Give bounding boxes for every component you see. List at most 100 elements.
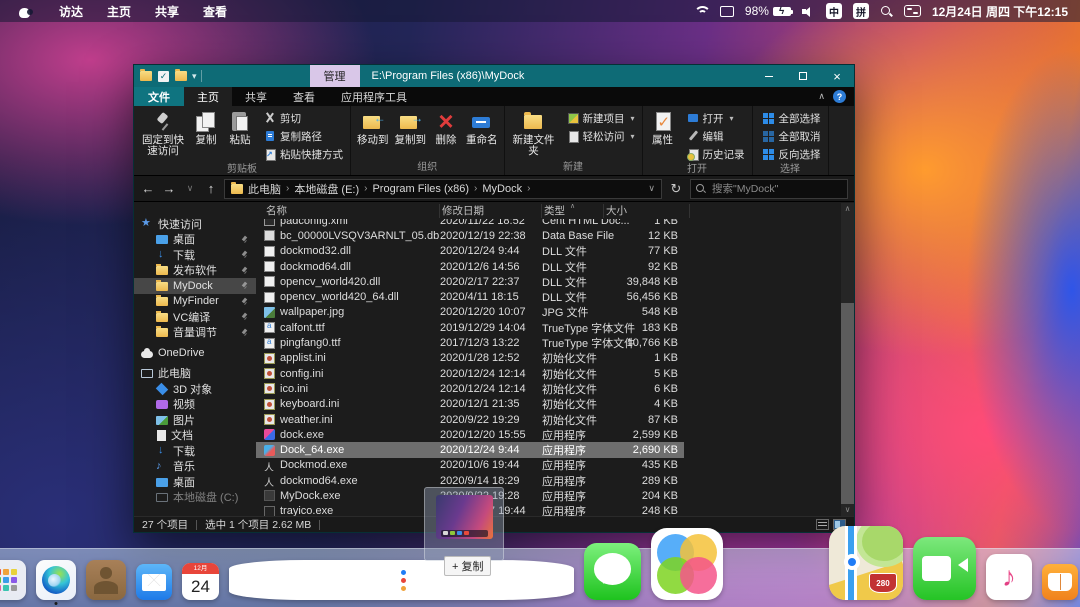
ribbon-button-history[interactable]: 历史记录 [683, 145, 749, 163]
dock-icon-messages[interactable] [583, 543, 641, 600]
column-header-type[interactable]: ∧ 类型 [542, 203, 604, 218]
dock-icon-contacts[interactable] [86, 560, 126, 600]
sidebar-item-VC编译[interactable]: VC编译 [134, 309, 256, 325]
ime-chinese-icon[interactable]: 中 [825, 3, 842, 19]
dock-settings-icon[interactable] [903, 5, 921, 17]
qat-folder-icon[interactable] [140, 69, 152, 81]
volume-icon[interactable] [801, 6, 815, 17]
close-button[interactable]: × [820, 65, 854, 87]
ribbon-button-cut[interactable]: 剪切 [260, 109, 347, 127]
titlebar[interactable]: ✓ ▾ 管理 E:\Program Files (x86)\MyDock × [134, 65, 854, 87]
sidebar-item-音量调节[interactable]: 音量调节 [134, 325, 256, 341]
sidebar-item-桌面[interactable]: 桌面 [134, 474, 256, 490]
file-row-padconfig.xml[interactable]: padconfig.xml 2020/11/22 18:52 Cent HTML D… [256, 219, 684, 228]
contextual-tab-manage[interactable]: 管理 [309, 65, 360, 87]
file-row-Dock_64.exe[interactable]: Dock_64.exe 2020/12/24 9:44 应用程序 2,690 KB [256, 442, 684, 458]
column-header-date[interactable]: 修改日期 [440, 204, 542, 218]
scroll-down-icon[interactable]: ∨ [845, 504, 851, 516]
sidebar-item-音乐[interactable]: ♪ 音乐 [134, 459, 256, 475]
back-icon[interactable]: ← [140, 181, 156, 196]
sidebar-item-桌面[interactable]: 桌面 [134, 232, 256, 248]
dock-icon-maps[interactable]: 280 [828, 526, 903, 600]
file-row-opencv_world420_64.dll[interactable]: opencv_world420_64.dll 2020/4/11 18:15 DLL… [256, 289, 684, 304]
ribbon-button-selnone[interactable]: 全部取消 [759, 127, 825, 145]
ribbon-button-path[interactable]: 复制路径 [260, 127, 347, 145]
ribbon-button-selinv[interactable]: 反向选择 [759, 145, 825, 163]
ribbon-button-open[interactable]: 打开 ▾ [683, 109, 749, 127]
scrollbar-thumb[interactable] [841, 303, 854, 504]
ribbon-collapse-icon[interactable]: ∧ [818, 91, 825, 102]
sidebar-item-下载[interactable]: 下载 [134, 247, 256, 263]
ribbon-button-copyto[interactable]: 复制到 [392, 107, 430, 147]
ribbon-button-move[interactable]: 移动到 [354, 107, 392, 147]
sidebar-item-图片[interactable]: 图片 [134, 412, 256, 428]
breadcrumb[interactable]: 此电脑 › 本地磁盘 (E:) › Program Files (x86) › MyDock… [224, 178, 662, 199]
sidebar-item-文档[interactable]: 文档 [134, 428, 256, 444]
sidebar-section-2[interactable]: 此电脑 [134, 366, 256, 382]
maximize-button[interactable] [786, 65, 820, 87]
ribbon-button-edit[interactable]: 编辑 [683, 127, 749, 145]
dock-icon-gamecenter[interactable] [650, 528, 723, 600]
file-row-ico.ini[interactable]: ico.ini 2020/12/24 12:14 初始化文件 6 KB [256, 381, 684, 396]
tab-0[interactable]: 主页 [184, 87, 232, 106]
breadcrumb-item-2[interactable]: Program Files (x86) [372, 183, 469, 195]
column-header-name[interactable]: 名称 [264, 204, 440, 218]
sidebar-item-下载[interactable]: 下载 [134, 443, 256, 459]
file-row-dock.exe[interactable]: dock.exe 2020/12/20 15:55 应用程序 2,599 KB [256, 427, 684, 442]
minimize-button[interactable] [752, 65, 786, 87]
tab-2[interactable]: 查看 [280, 87, 328, 106]
tab-3[interactable]: 应用程序工具 [328, 87, 420, 106]
ribbon-button-newitem[interactable]: 新建项目 ▾ [563, 109, 639, 127]
breadcrumb-item-0[interactable]: 此电脑 [248, 181, 281, 197]
ribbon-button-newfolder[interactable]: 新建文件夹 [508, 107, 560, 158]
battery-indicator[interactable]: 98% ϟ [745, 4, 793, 18]
display-icon[interactable] [719, 5, 734, 17]
dock-icon-music[interactable]: ♪ [985, 554, 1032, 600]
file-row-config.ini[interactable]: config.ini 2020/12/24 12:14 初始化文件 5 KB [256, 366, 684, 381]
ribbon-button-selall[interactable]: 全部选择 [759, 109, 825, 127]
breadcrumb-caret-icon[interactable]: ∨ [648, 183, 655, 194]
qat-newfolder-icon[interactable] [175, 69, 187, 81]
dock-icon-facetime[interactable] [912, 537, 976, 600]
sidebar-item-MyFinder[interactable]: MyFinder [134, 294, 256, 310]
search-icon[interactable] [880, 5, 893, 18]
ribbon-button-easy[interactable]: 轻松访问 ▾ [563, 127, 639, 145]
ribbon-button-shortcut[interactable]: 粘贴快捷方式 [260, 145, 347, 163]
sidebar-section-0[interactable]: ★ 快速访问 [134, 216, 256, 232]
sidebar-item-发布软件[interactable]: 发布软件 [134, 263, 256, 279]
apple-logo-icon[interactable] [18, 5, 33, 18]
ribbon-button-props[interactable]: 属性 [646, 107, 680, 147]
up-icon[interactable]: ↑ [203, 181, 219, 196]
ribbon-button-pin[interactable]: 固定到快速访问 [137, 107, 189, 158]
tab-1[interactable]: 共享 [232, 87, 280, 106]
ribbon-button-paste[interactable]: 粘贴 [223, 107, 257, 147]
file-row-wallpaper.jpg[interactable]: wallpaper.jpg 2020/12/20 10:07 JPG 文件 548 K… [256, 305, 684, 320]
file-row-pingfang0.ttf[interactable]: pingfang0.ttf2017/12/3 13:22TrueType 字体文… [256, 335, 684, 350]
file-row-opencv_world420.dll[interactable]: opencv_world420.dll 2020/2/17 22:37 DLL 文件… [256, 274, 684, 289]
file-row-applist.ini[interactable]: applist.ini 2020/1/28 12:52 初始化文件 1 KB [256, 351, 684, 366]
sidebar-item-3D 对象[interactable]: 3D 对象 [134, 381, 256, 397]
vertical-scrollbar[interactable]: ∧ ∨ [841, 203, 854, 516]
file-row-keyboard.ini[interactable]: keyboard.ini 2020/12/1 21:35 初始化文件 4 KB [256, 397, 684, 412]
file-row-dockmod32.dll[interactable]: dockmod32.dll 2020/12/24 9:44 DLL 文件 77 KB [256, 244, 684, 259]
file-row-dockmod64.dll[interactable]: dockmod64.dll 2020/12/6 14:56 DLL 文件 92 KB [256, 259, 684, 274]
ribbon-button-ren[interactable]: 重命名 [463, 107, 501, 147]
menu-item-2[interactable]: 共享 [155, 5, 179, 19]
sidebar-item-本地磁盘 (C:)[interactable]: 本地磁盘 (C:) [134, 490, 256, 506]
ime-pinyin-icon[interactable]: 拼 [852, 3, 869, 19]
scrollbar-track[interactable] [841, 215, 854, 504]
wifi-icon[interactable] [693, 5, 711, 17]
dock-icon-mail[interactable] [136, 564, 172, 600]
dock-icon-launchpad[interactable] [0, 560, 26, 600]
breadcrumb-item-1[interactable]: 本地磁盘 (E:) [294, 181, 359, 197]
tab-file[interactable]: 文件 [134, 87, 184, 106]
qat-caret-icon[interactable]: ▾ [192, 71, 197, 82]
scroll-up-icon[interactable]: ∧ [845, 203, 851, 215]
file-row-calfont.ttf[interactable]: calfont.ttf2019/12/29 14:04TrueType 字体文件… [256, 320, 684, 335]
column-header-size[interactable]: 大小 [604, 204, 690, 218]
sidebar-section-1[interactable]: OneDrive [134, 345, 256, 361]
history-caret-icon[interactable]: ∨ [182, 183, 198, 194]
ribbon-button-copy[interactable]: 复制 [189, 107, 223, 147]
menu-item-0[interactable]: 访达 [59, 5, 83, 19]
refresh-icon[interactable]: ↻ [667, 181, 685, 197]
